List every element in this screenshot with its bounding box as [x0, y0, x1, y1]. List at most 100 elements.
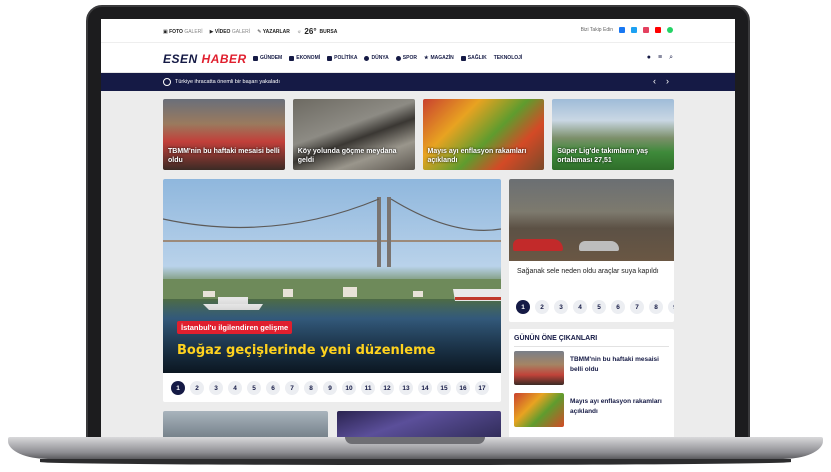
- weather-widget: ☼ 26° BURSA: [297, 27, 337, 36]
- video-gallery-bold: VİDEO: [214, 28, 231, 35]
- news-card[interactable]: TBMM'nin bu haftaki mesaisi belli oldu: [163, 99, 285, 170]
- instagram-icon[interactable]: [643, 27, 649, 33]
- bottom-news-card[interactable]: [163, 411, 328, 437]
- flood-image[interactable]: [509, 179, 674, 261]
- twitter-icon[interactable]: [631, 27, 637, 33]
- facebook-icon[interactable]: [619, 27, 625, 33]
- page-dot[interactable]: 1: [171, 381, 185, 395]
- clock-icon: [163, 78, 171, 86]
- side-news-title[interactable]: Sağanak sele neden oldu araçlar suya kap…: [517, 267, 666, 277]
- nav-label: GÜNDEM: [260, 55, 283, 61]
- featured-box: GÜNÜN ÖNE ÇIKANLARI TBMM'nin bu haftaki …: [509, 329, 674, 437]
- nav-label: DÜNYA: [371, 55, 389, 61]
- nav-item-saglik[interactable]: SAĞLIK: [460, 55, 487, 61]
- featured-item-title: Mayıs ayı enflasyon rakamları açıklandı: [570, 398, 662, 415]
- side-news-slider: Sağanak sele neden oldu araçlar suya kap…: [509, 179, 674, 322]
- page-dot[interactable]: 16: [456, 381, 470, 395]
- hamburger-menu-icon[interactable]: ≡: [658, 54, 662, 62]
- nav-label: POLİTİKA: [334, 55, 358, 61]
- news-card[interactable]: Köy yolunda göçme meydana geldi: [292, 99, 415, 170]
- page-dot[interactable]: 6: [611, 300, 625, 314]
- featured-thumbnail: [514, 393, 564, 427]
- page-dot[interactable]: 13: [399, 381, 413, 395]
- video-gallery-link[interactable]: ▶ VİDEO GALERİ: [210, 29, 251, 35]
- nav-item-politika[interactable]: POLİTİKA: [327, 55, 357, 61]
- ticker-next-button[interactable]: ›: [666, 76, 669, 86]
- red-car-shape: [513, 239, 563, 251]
- featured-item[interactable]: Mayıs ayı enflasyon rakamları açıklandı: [514, 393, 669, 427]
- page-dot[interactable]: 9: [668, 300, 674, 314]
- news-card-title: Mayıs ayı enflasyon rakamları açıklandı: [427, 148, 527, 164]
- page-dot[interactable]: 7: [630, 300, 644, 314]
- page-dot[interactable]: 11: [361, 381, 375, 395]
- page-dot[interactable]: 12: [380, 381, 394, 395]
- featured-item[interactable]: TBMM'nin bu haftaki mesaisi belli oldu: [514, 351, 669, 385]
- headline-slider: İstanbul'u ilgilendiren gelişme Boğaz ge…: [163, 179, 501, 402]
- page-dot[interactable]: 8: [304, 381, 318, 395]
- page-dot[interactable]: 3: [209, 381, 223, 395]
- youtube-icon[interactable]: [655, 27, 661, 33]
- nav-label: SPOR: [402, 55, 417, 61]
- briefcase-icon: [327, 55, 333, 61]
- hero-tag-badge: İstanbul'u ilgilendiren gelişme: [177, 321, 293, 334]
- news-ticker: Türkiye ihracatta önemli bir başarı yaka…: [101, 73, 735, 91]
- photo-gallery-link[interactable]: ▣ FOTO GALERİ: [163, 29, 203, 35]
- nav-item-ekonomi[interactable]: EKONOMİ: [289, 55, 320, 61]
- page-dot[interactable]: 10: [342, 381, 356, 395]
- page-dot[interactable]: 2: [190, 381, 204, 395]
- featured-thumbnail: [514, 351, 564, 385]
- photo-gallery-rest: GALERİ: [184, 28, 203, 35]
- globe-icon: [364, 55, 370, 61]
- page-dot[interactable]: 14: [418, 381, 432, 395]
- authors-link[interactable]: ✎ YAZARLAR: [257, 29, 290, 35]
- laptop-frame: ▣ FOTO GALERİ ▶ VİDEO GALERİ ✎ YAZARLAR …: [0, 0, 831, 472]
- page-dot[interactable]: 6: [266, 381, 280, 395]
- page-dot[interactable]: 4: [228, 381, 242, 395]
- page-dot[interactable]: 5: [592, 300, 606, 314]
- ticker-headline[interactable]: Türkiye ihracatta önemli bir başarı yaka…: [175, 79, 280, 85]
- logo-part-haber: HABER: [201, 52, 247, 66]
- page-dot[interactable]: 15: [437, 381, 451, 395]
- page-dot[interactable]: 5: [247, 381, 261, 395]
- featured-divider: [514, 346, 669, 347]
- nav-item-dunya[interactable]: DÜNYA: [364, 55, 389, 61]
- nav-item-spor[interactable]: SPOR: [395, 55, 417, 61]
- whatsapp-icon[interactable]: [667, 27, 673, 33]
- bottom-news-card[interactable]: [337, 411, 501, 437]
- news-card-title: Köy yolunda göçme meydana geldi: [297, 148, 397, 164]
- nav-item-gundem[interactable]: GÜNDEM: [253, 55, 282, 61]
- main-navigation: ESEN HABER GÜNDEM EKONOMİ POLİTİKA DÜNYA…: [101, 43, 735, 73]
- newspaper-icon: [253, 55, 258, 61]
- laptop-foot: [40, 459, 791, 465]
- page-dot[interactable]: 2: [535, 300, 549, 314]
- video-gallery-rest: GALERİ: [231, 28, 251, 35]
- nav-label: SAĞLIK: [467, 55, 487, 61]
- hero-gradient: [163, 299, 501, 373]
- featured-heading: GÜNÜN ÖNE ÇIKANLARI: [514, 335, 598, 342]
- chart-icon: [289, 55, 295, 61]
- photo-gallery-bold: FOTO: [169, 28, 183, 35]
- user-icon[interactable]: ●: [647, 54, 651, 62]
- laptop-notch: [345, 437, 485, 444]
- follow-text: Bizi Takip Edin: [580, 27, 613, 33]
- nav-item-teknoloji[interactable]: TEKNOLOJİ: [494, 55, 523, 61]
- top-news-cards: TBMM'nin bu haftaki mesaisi belli oldu K…: [163, 99, 674, 170]
- page-dot[interactable]: 4: [573, 300, 587, 314]
- site-logo[interactable]: ESEN HABER: [163, 52, 247, 66]
- page-dot[interactable]: 17: [475, 381, 489, 395]
- logo-part-esen: ESEN: [163, 52, 198, 66]
- page-dot[interactable]: 3: [554, 300, 568, 314]
- nav-label: MAGAZİN: [430, 55, 454, 61]
- ticker-prev-button[interactable]: ‹: [653, 76, 656, 86]
- nav-item-magazin[interactable]: ★ MAGAZİN: [424, 55, 454, 61]
- page-dot[interactable]: 1: [516, 300, 530, 314]
- page-dot[interactable]: 9: [323, 381, 337, 395]
- news-card[interactable]: Mayıs ayı enflasyon rakamları açıklandı: [422, 99, 545, 170]
- news-card[interactable]: Süper Lig'de takımların yaş ortalaması 2…: [552, 99, 674, 170]
- page-dot[interactable]: 7: [285, 381, 299, 395]
- side-pagination: 123456789: [516, 300, 674, 314]
- hero-title[interactable]: Boğaz geçişlerinde yeni düzenleme: [177, 343, 435, 358]
- news-card-title: Süper Lig'de takımların yaş ortalaması 2…: [557, 148, 649, 164]
- search-icon[interactable]: ⌕: [669, 54, 673, 62]
- page-dot[interactable]: 8: [649, 300, 663, 314]
